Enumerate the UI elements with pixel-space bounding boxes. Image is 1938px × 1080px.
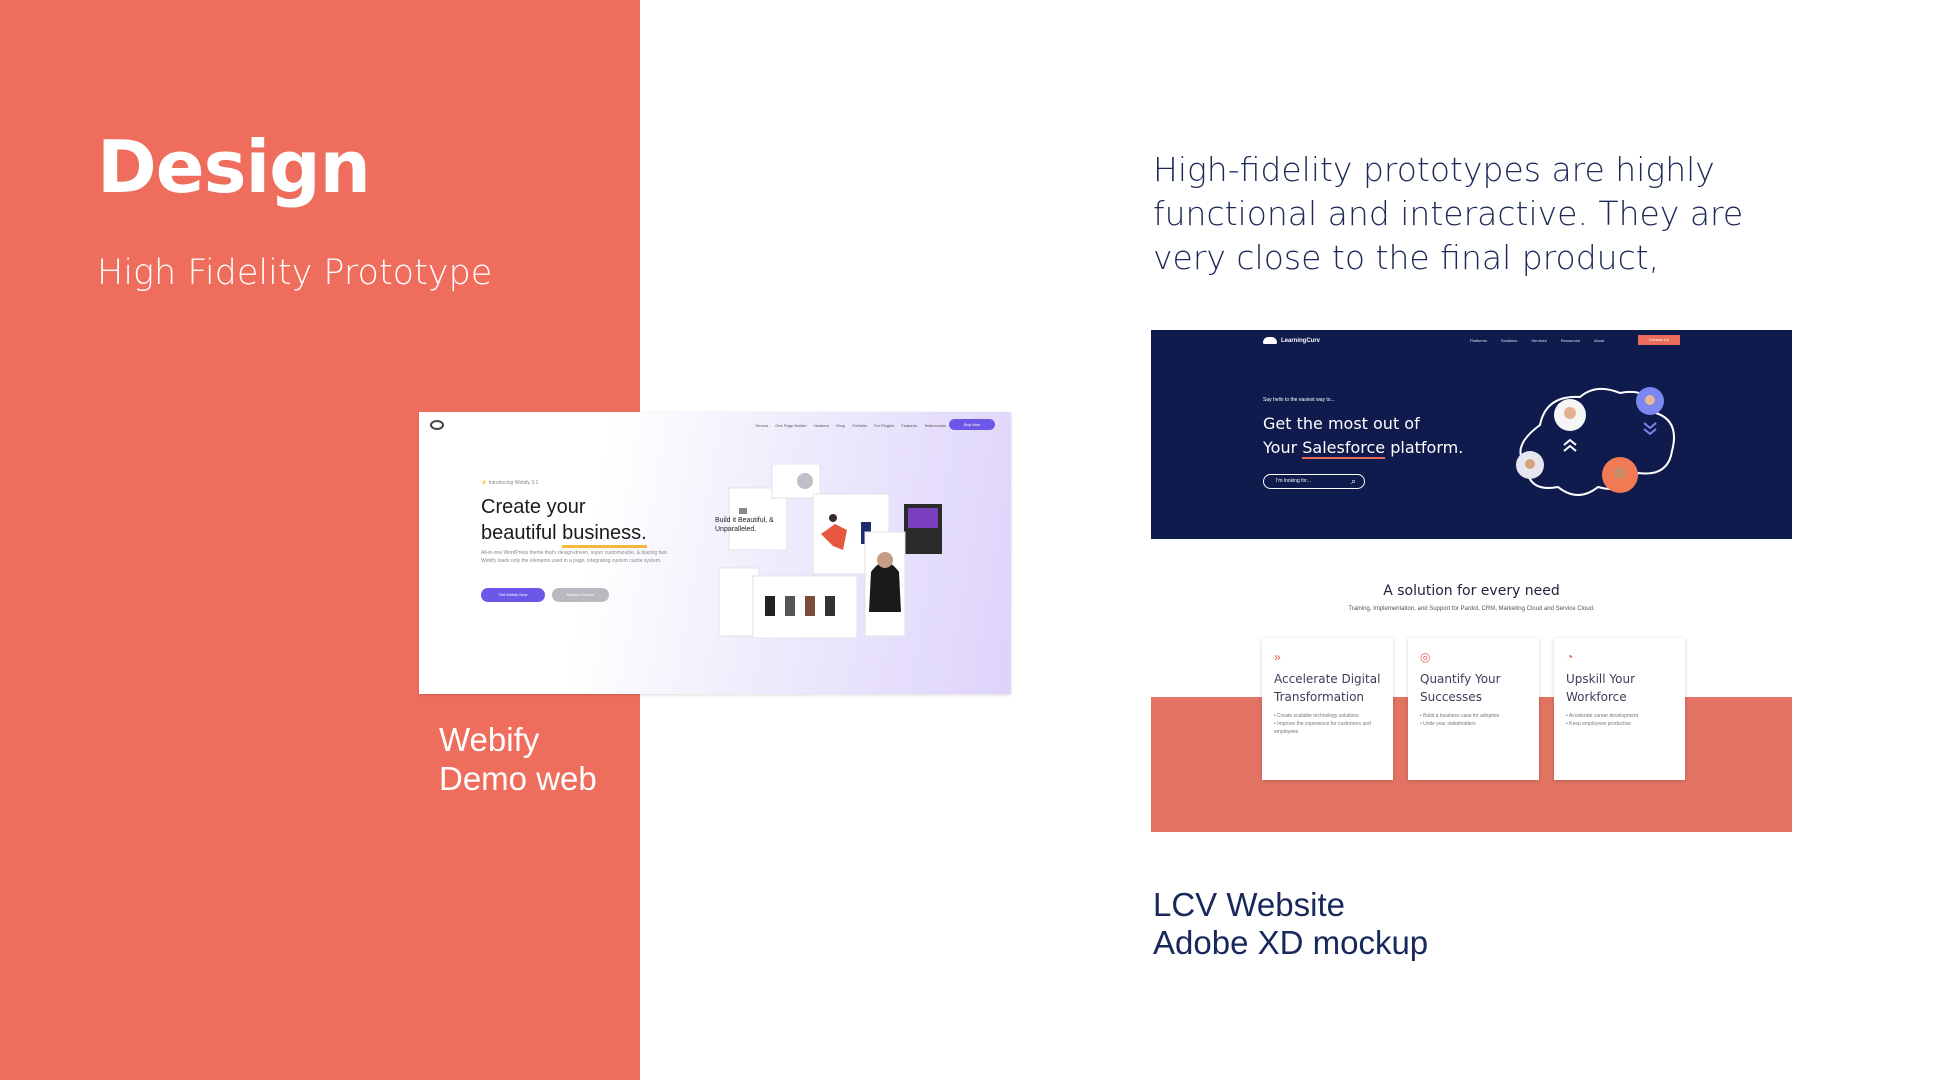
bolt-icon: ⚡ xyxy=(481,480,488,486)
search-icon[interactable]: ⌕ xyxy=(1351,475,1356,487)
lcv-headline: Get the most out of Your Salesforce plat… xyxy=(1263,412,1463,460)
webify-logo-icon xyxy=(430,420,444,430)
webify-card-text: Build it Beautiful, & Unparalleled. xyxy=(715,517,774,533)
webify-heading-text: beautiful xyxy=(481,522,563,544)
webify-nav-item[interactable]: One Page Builder xyxy=(775,423,807,428)
slide-subtitle: High Fidelity Prototype xyxy=(97,253,493,293)
webify-nav-item[interactable]: Testimonials xyxy=(924,423,946,428)
lcv-contact-button[interactable]: Contact Us xyxy=(1638,335,1680,345)
lcv-nav-item[interactable]: Solutions xyxy=(1501,338,1517,343)
solution-card[interactable]: » Accelerate Digital Transformation • Cr… xyxy=(1262,638,1393,780)
slide-title: Design xyxy=(97,125,371,209)
cloud-logo-icon xyxy=(1263,337,1277,344)
lcv-logo: LearningCurv xyxy=(1263,337,1320,344)
webify-heading-line2: beautiful business. xyxy=(481,520,647,548)
webify-intro-text: Introducing Webify 3.1 xyxy=(488,480,539,486)
webify-browse-button[interactable]: Browse Demos xyxy=(552,588,609,602)
lcv-headline-salesforce: Salesforce xyxy=(1302,438,1386,459)
lcv-nav-item[interactable]: Resources xyxy=(1561,338,1580,343)
webify-caption-line1: Webify xyxy=(439,721,540,758)
webify-get-button[interactable]: Get Webify Now xyxy=(481,588,545,602)
webify-screenshot: Demos One Page Builder Headers Shop Port… xyxy=(419,412,1011,694)
solution-card-bullets: • Build a business case for adoption • U… xyxy=(1420,712,1527,728)
solution-bullet: • Improve the experience for customers a… xyxy=(1274,721,1371,735)
webify-nav-item[interactable]: Headers xyxy=(814,423,829,428)
webify-nav-item[interactable]: Features xyxy=(901,423,917,428)
solution-bullet: • Unite your stakeholders xyxy=(1420,721,1476,727)
solution-card-title: Quantify Your Successes xyxy=(1420,672,1501,704)
lcv-caption: LCV Website Adobe XD mockup xyxy=(1153,886,1428,962)
lcv-nav-item[interactable]: About xyxy=(1594,338,1604,343)
lcv-caption-line2: Adobe XD mockup xyxy=(1153,924,1429,961)
webify-heading-underlined: business. xyxy=(562,522,647,548)
lcv-nav-item[interactable]: Services xyxy=(1531,338,1546,343)
intro-paragraph: High-fidelity prototypes are highly func… xyxy=(1153,150,1744,277)
webify-nav: Demos One Page Builder Headers Shop Port… xyxy=(756,423,946,428)
solution-card-title: Upskill Your Workforce xyxy=(1566,672,1636,704)
growth-icon: ◔ xyxy=(1566,650,1574,664)
lcv-hero-screenshot: LearningCurv Platforms Solutions Service… xyxy=(1151,330,1792,539)
double-chevron-icon: » xyxy=(1274,650,1281,664)
webify-heading: Create your beautiful business. xyxy=(481,494,647,548)
solution-bullet: • Keep employees productive xyxy=(1566,721,1631,727)
webify-caption: Webify Demo web xyxy=(439,720,597,798)
lcv-nav: Platforms Solutions Services Resources A… xyxy=(1470,338,1604,343)
lcv-brand: LearningCurv xyxy=(1281,337,1321,344)
webify-caption-line2: Demo web xyxy=(439,760,597,797)
lcv-headline-text: platform. xyxy=(1385,438,1464,457)
lcv-cloud-illustration xyxy=(1516,387,1675,496)
solution-card[interactable]: ◔ Upskill Your Workforce • Accelerate ca… xyxy=(1554,638,1685,780)
solution-card[interactable]: ◎ Quantify Your Successes • Build a busi… xyxy=(1408,638,1539,780)
webify-paragraph: All-in-one WordPress theme that's design… xyxy=(481,550,669,564)
webify-nav-item[interactable]: Portfolio xyxy=(852,423,867,428)
target-icon: ◎ xyxy=(1420,650,1431,664)
solution-bullet: • Accelerate career development xyxy=(1566,713,1639,719)
webify-collage-illustration xyxy=(718,464,942,639)
solution-card-bullets: • Accelerate career development • Keep e… xyxy=(1566,712,1673,728)
solutions-subtitle: Training, Implementation, and Support fo… xyxy=(1348,606,1595,612)
lcv-hello-text: Say hello to the easiest way to... xyxy=(1263,397,1335,403)
lcv-headline-line2: Your Salesforce platform. xyxy=(1263,436,1463,460)
solution-bullet: • Build a business case for adoption xyxy=(1420,713,1500,719)
webify-buy-button[interactable]: Buy Now xyxy=(949,419,995,430)
webify-nav-item[interactable]: Demos xyxy=(756,423,769,428)
solution-card-title: Accelerate Digital Transformation xyxy=(1274,672,1381,704)
lcv-headline-text: Your xyxy=(1263,438,1303,457)
solutions-title: A solution for every need xyxy=(1383,583,1560,599)
solution-card-bullets: • Create scalable technology solutions •… xyxy=(1274,712,1381,736)
lcv-nav-item[interactable]: Platforms xyxy=(1470,338,1487,343)
webify-nav-item[interactable]: For Plugins xyxy=(874,423,894,428)
lcv-caption-line1: LCV Website xyxy=(1153,886,1345,923)
webify-intro-label: ⚡ Introducing Webify 3.1 xyxy=(481,480,538,486)
webify-heading-line1: Create your xyxy=(481,496,586,518)
webify-nav-item[interactable]: Shop xyxy=(836,423,845,428)
solution-bullet: • Create scalable technology solutions xyxy=(1274,713,1359,719)
lcv-headline-line1: Get the most out of xyxy=(1263,414,1420,433)
lcv-search-placeholder: I'm looking for... xyxy=(1276,478,1311,484)
lcv-search-input[interactable]: I'm looking for... ⌕ xyxy=(1263,474,1365,489)
